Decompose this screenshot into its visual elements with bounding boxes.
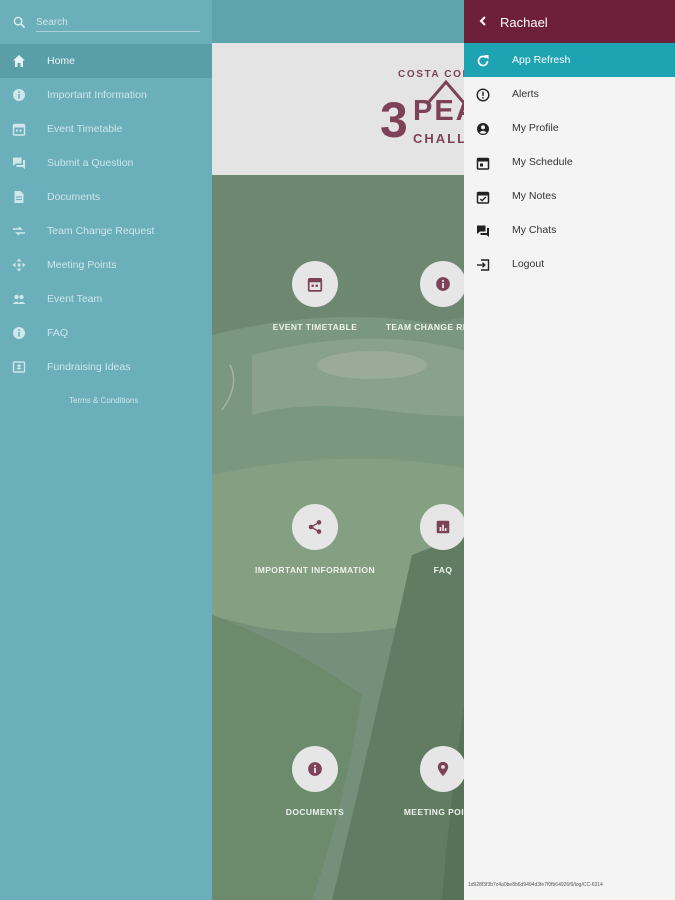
calendar-icon <box>12 122 26 136</box>
user-name: Rachael <box>500 15 548 30</box>
sidebar-item-label: FAQ <box>47 327 69 339</box>
location-pin-icon <box>420 746 466 792</box>
menu-item-label: Alerts <box>512 88 539 100</box>
tile-label: IMPORTANT INFORMATION <box>255 565 375 575</box>
sidebar-item-team-change-request[interactable]: Team Change Request <box>0 214 212 248</box>
home-icon <box>12 54 26 68</box>
menu-item-label: My Profile <box>512 122 559 134</box>
menu-item-my-notes[interactable]: My Notes <box>464 179 675 213</box>
app-version-text: 1d928f3f3b7c4a0be8b6d9494d3fe7f0fb64926f… <box>468 882 603 888</box>
document-icon <box>12 190 26 204</box>
sidebar-item-label: Submit a Question <box>47 157 134 169</box>
sidebar-item-home[interactable]: Home <box>0 44 212 78</box>
left-navigation-drawer: Home Important Information Event Timetab… <box>0 0 212 900</box>
menu-item-app-refresh[interactable]: App Refresh <box>464 43 675 77</box>
sidebar-item-label: Event Team <box>47 293 103 305</box>
sidebar-item-meeting-points[interactable]: Meeting Points <box>0 248 212 282</box>
share-icon <box>292 504 338 550</box>
profile-icon <box>475 121 490 136</box>
info-icon <box>292 746 338 792</box>
search-bar <box>0 0 212 44</box>
sidebar-item-event-timetable[interactable]: Event Timetable <box>0 112 212 146</box>
sidebar-item-fundraising-ideas[interactable]: Fundraising Ideas <box>0 350 212 384</box>
calendar-icon <box>475 155 490 170</box>
menu-item-my-schedule[interactable]: My Schedule <box>464 145 675 179</box>
logout-icon <box>475 257 490 272</box>
people-icon <box>12 292 26 306</box>
money-icon <box>12 360 26 374</box>
sidebar-item-important-information[interactable]: Important Information <box>0 78 212 112</box>
sidebar-item-label: Fundraising Ideas <box>47 361 131 373</box>
menu-item-label: Logout <box>512 258 545 270</box>
sidebar-item-label: Documents <box>47 191 101 203</box>
menu-item-label: My Schedule <box>512 156 573 168</box>
sidebar-item-label: Important Information <box>47 89 147 101</box>
user-menu-drawer: Rachael App Refresh Alerts My Profile My… <box>464 0 675 900</box>
tile-important-information[interactable]: IMPORTANT INFORMATION <box>255 504 375 575</box>
info-icon <box>12 88 26 102</box>
chart-icon <box>420 504 466 550</box>
sidebar-item-faq[interactable]: FAQ <box>0 316 212 350</box>
move-icon <box>12 258 26 272</box>
menu-item-logout[interactable]: Logout <box>464 247 675 281</box>
chat-icon <box>12 156 26 170</box>
alert-icon <box>475 87 490 102</box>
chevron-left-icon[interactable] <box>478 14 488 28</box>
user-menu-header: Rachael <box>464 0 675 43</box>
sidebar-item-label: Team Change Request <box>47 225 155 237</box>
info-icon <box>12 326 26 340</box>
notes-icon <box>475 189 490 204</box>
sidebar-item-documents[interactable]: Documents <box>0 180 212 214</box>
tile-label: EVENT TIMETABLE <box>272 322 358 332</box>
logo-number: 3 <box>380 92 408 148</box>
refresh-icon <box>475 53 490 68</box>
menu-item-label: My Notes <box>512 190 557 202</box>
terms-and-conditions-link[interactable]: Terms & Conditions <box>69 396 138 405</box>
sidebar-item-event-team[interactable]: Event Team <box>0 282 212 316</box>
search-input[interactable] <box>36 14 200 32</box>
sidebar-item-submit-a-question[interactable]: Submit a Question <box>0 146 212 180</box>
info-icon <box>420 261 466 307</box>
menu-item-alerts[interactable]: Alerts <box>464 77 675 111</box>
menu-item-label: My Chats <box>512 224 557 236</box>
menu-item-my-profile[interactable]: My Profile <box>464 111 675 145</box>
search-icon <box>13 16 26 29</box>
chat-icon <box>475 223 490 238</box>
calendar-icon <box>292 261 338 307</box>
sidebar-item-label: Meeting Points <box>47 259 117 271</box>
tile-label: DOCUMENTS <box>285 807 345 817</box>
sidebar-item-label: Home <box>47 55 76 67</box>
menu-item-label: App Refresh <box>512 54 571 66</box>
sidebar-item-label: Event Timetable <box>47 123 123 135</box>
swap-icon <box>12 224 26 238</box>
tile-documents[interactable]: DOCUMENTS <box>255 746 375 817</box>
tile-event-timetable[interactable]: EVENT TIMETABLE <box>255 261 375 332</box>
menu-item-my-chats[interactable]: My Chats <box>464 213 675 247</box>
